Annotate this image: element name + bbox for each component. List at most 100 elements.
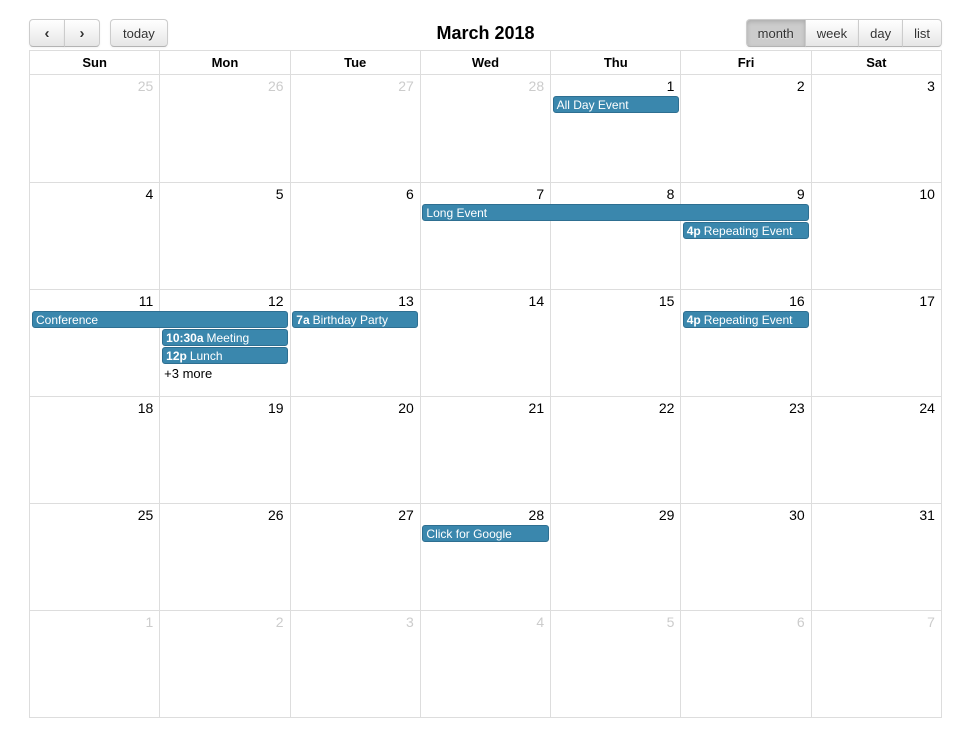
day-cell[interactable]: 13 <box>289 290 420 396</box>
day-cell[interactable]: 31 <box>810 504 941 610</box>
view-switcher-button-group: month week day list <box>745 19 942 47</box>
day-cell[interactable]: 30 <box>680 504 810 610</box>
day-number: 30 <box>789 507 805 523</box>
day-cell[interactable]: 28 <box>419 75 551 182</box>
day-cell[interactable]: 11 <box>30 290 159 396</box>
day-cell[interactable]: 6 <box>289 183 420 289</box>
chevron-right-icon: › <box>79 24 85 42</box>
day-number: 11 <box>138 293 154 309</box>
view-button-list[interactable]: list <box>902 19 942 47</box>
day-number: 29 <box>658 507 675 523</box>
calendar-event[interactable]: 7a Birthday Party <box>292 311 419 328</box>
day-cell[interactable]: 21 <box>419 397 550 503</box>
day-cell[interactable]: 29 <box>550 504 680 610</box>
day-cell[interactable]: 14 <box>419 290 550 396</box>
event-time: 12p <box>166 349 187 363</box>
day-cell[interactable]: 28 <box>419 504 550 610</box>
day-cell[interactable]: 27 <box>289 504 420 610</box>
day-number: 26 <box>267 507 284 523</box>
day-cell[interactable]: 20 <box>289 397 420 503</box>
day-cell[interactable]: 10 <box>810 183 941 289</box>
day-cell[interactable]: 5 <box>550 611 681 717</box>
day-cell[interactable]: 1 <box>30 611 160 717</box>
calendar-week-row: 4 5 6 7 8 9 10 Long Event 4p Repeating Event <box>30 182 941 289</box>
day-number: 10 <box>919 186 935 202</box>
day-cell[interactable]: 2 <box>159 611 290 717</box>
day-number: 1 <box>666 78 675 94</box>
day-number: 12 <box>267 293 284 309</box>
toolbar-left-group: ‹ › today <box>29 19 168 47</box>
day-header-sat: Sat <box>810 51 941 74</box>
day-cell[interactable]: 17 <box>810 290 941 396</box>
day-cell[interactable]: 5 <box>159 183 289 289</box>
day-cell[interactable]: 19 <box>159 397 289 503</box>
day-cell[interactable]: 15 <box>550 290 680 396</box>
day-number: 18 <box>137 400 154 416</box>
day-number: 2 <box>275 614 284 630</box>
day-number: 22 <box>658 400 675 416</box>
day-number: 7 <box>927 614 935 630</box>
today-button-group: today <box>110 19 168 47</box>
next-month-button[interactable]: › <box>64 19 100 47</box>
calendar-event[interactable]: Conference <box>32 311 289 328</box>
prev-next-button-group: ‹ › <box>29 19 100 47</box>
event-title: Click for Google <box>426 527 512 541</box>
day-number: 7 <box>536 186 545 202</box>
day-cell[interactable]: 8 <box>550 183 680 289</box>
day-number: 23 <box>789 400 805 416</box>
prev-month-button[interactable]: ‹ <box>29 19 65 47</box>
day-cell[interactable]: 4 <box>419 611 551 717</box>
calendar-event[interactable]: 4p Repeating Event <box>682 311 809 328</box>
day-cell[interactable]: 1 <box>550 75 680 182</box>
calendar-body: 25 26 27 28 1 2 3 All Day Event 4 5 6 7 8 9 10 Long Eve… <box>30 75 941 717</box>
day-cell[interactable]: 18 <box>30 397 159 503</box>
event-title: Long Event <box>426 206 488 220</box>
day-cell[interactable]: 7 <box>419 183 550 289</box>
event-time: 4p <box>686 224 701 238</box>
day-number: 27 <box>398 507 414 523</box>
calendar-event[interactable]: 12p Lunch <box>162 347 289 364</box>
calendar-event[interactable]: All Day Event <box>552 96 679 113</box>
day-header-mon: Mon <box>159 51 289 74</box>
day-cell[interactable]: 16 <box>680 290 810 396</box>
day-number: 26 <box>267 78 284 94</box>
day-number: 5 <box>275 186 284 202</box>
day-number: 21 <box>528 400 545 416</box>
toolbar-right-group: month week day list <box>745 19 942 47</box>
day-cell[interactable]: 4 <box>30 183 159 289</box>
view-button-week[interactable]: week <box>804 19 860 47</box>
day-cell[interactable]: 26 <box>159 504 289 610</box>
day-cell[interactable]: 6 <box>680 611 811 717</box>
view-button-month[interactable]: month <box>745 19 806 47</box>
day-number: 19 <box>267 400 284 416</box>
day-cell[interactable]: 3 <box>289 611 420 717</box>
day-cell[interactable]: 22 <box>550 397 680 503</box>
day-cell[interactable]: 3 <box>810 75 941 182</box>
day-cell[interactable]: 25 <box>30 504 159 610</box>
day-cell[interactable]: 7 <box>810 611 941 717</box>
event-time: 10:30a <box>166 331 204 345</box>
day-cell[interactable]: 24 <box>810 397 941 503</box>
day-number: 5 <box>666 614 675 630</box>
calendar-event[interactable]: Long Event <box>422 204 809 221</box>
view-button-day[interactable]: day <box>858 19 904 47</box>
calendar-event[interactable]: 10:30a Meeting <box>162 329 289 346</box>
day-cell[interactable]: 2 <box>680 75 810 182</box>
day-cell[interactable]: 27 <box>289 75 420 182</box>
day-number: 13 <box>398 293 414 309</box>
day-cell[interactable]: 25 <box>30 75 160 182</box>
today-button[interactable]: today <box>110 19 168 47</box>
day-cell[interactable]: 26 <box>159 75 290 182</box>
event-title: Birthday Party <box>312 313 389 327</box>
more-events-link[interactable]: +3 more <box>162 365 212 382</box>
day-cell[interactable]: 23 <box>680 397 810 503</box>
calendar-week-row: 25 26 27 28 1 2 3 All Day Event <box>30 75 941 182</box>
event-title: Meeting <box>206 331 250 345</box>
calendar-week-row: 18 19 20 21 22 23 24 <box>30 396 941 503</box>
calendar-event[interactable]: 4p Repeating Event <box>682 222 809 239</box>
calendar-week-row: 11 12 13 14 15 16 17 Conference 7a Birthday Party… <box>30 289 941 396</box>
calendar-event[interactable]: Click for Google <box>422 525 549 542</box>
month-view: Sun Mon Tue Wed Thu Fri Sat 25 26 27 28 1 2 3 All Day… <box>29 50 942 718</box>
day-number: 4 <box>536 614 545 630</box>
day-header-row: Sun Mon Tue Wed Thu Fri Sat <box>30 51 941 74</box>
